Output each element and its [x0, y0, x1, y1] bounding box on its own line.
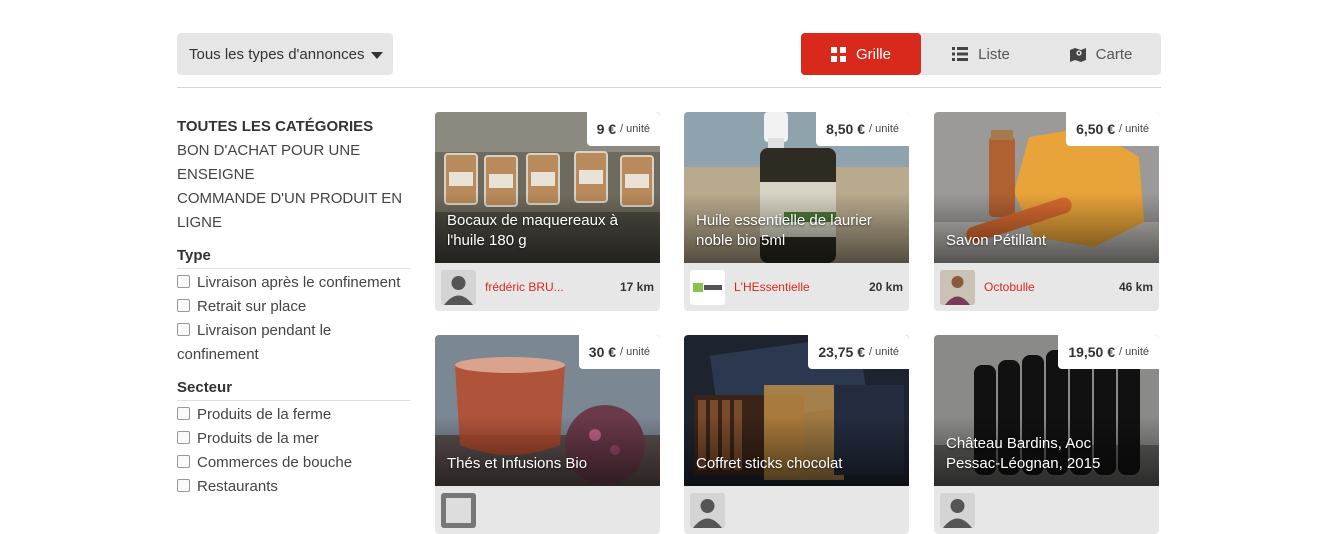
photo-shade: [934, 193, 1159, 263]
checkbox[interactable]: [177, 455, 190, 468]
all-categories-link[interactable]: TOUTES LES CATÉGORIES: [177, 115, 411, 139]
listing-footer: frédéric BRU... 17 km: [435, 263, 660, 311]
seller-name[interactable]: L'HEssentielle: [734, 280, 810, 294]
seller-avatar: [441, 493, 476, 528]
distance: 17 km: [619, 280, 654, 294]
type-filter-title: Type: [177, 245, 411, 269]
toolbar-divider: [177, 87, 1161, 88]
seller-avatar: [940, 270, 975, 305]
price-badge: 8,50 € / unité: [816, 112, 909, 146]
sector-option-sea[interactable]: Produits de la mer: [177, 427, 411, 451]
listing-card[interactable]: Bocaux de maquereaux à l'huile 180 g 9 €…: [435, 112, 660, 311]
price-badge: 6,50 € / unité: [1066, 112, 1159, 146]
type-option-pickup[interactable]: Retrait sur place: [177, 295, 411, 319]
category-voucher-link[interactable]: BON D'ACHAT POUR UNE ENSEIGNE: [177, 139, 411, 187]
distance: 20 km: [868, 280, 903, 294]
view-grid-button[interactable]: Grille: [801, 33, 921, 75]
grid-icon: [830, 46, 846, 62]
price-badge: 30 € / unité: [578, 335, 660, 369]
view-grid-label: Grille: [855, 45, 891, 63]
checkbox[interactable]: [177, 323, 190, 336]
price-unit: / unité: [869, 123, 899, 135]
listing-footer: Octobulle 46 km: [934, 263, 1159, 311]
distance: 46 km: [1118, 280, 1153, 294]
listing-footer: [684, 486, 909, 534]
checkbox[interactable]: [177, 431, 190, 444]
price-value: 6,50 €: [1076, 121, 1116, 137]
sector-option-label: Restaurants: [197, 478, 278, 495]
photo-shade: [684, 416, 909, 486]
listing-title: Thés et Infusions Bio: [447, 455, 588, 472]
view-list-label: Liste: [978, 45, 1010, 63]
map-icon: [1069, 47, 1086, 62]
checkbox[interactable]: [177, 275, 190, 288]
price-value: 9 €: [596, 121, 617, 137]
seller-name[interactable]: frédéric BRU...: [485, 280, 564, 294]
listing-title: Huile essentielle de laurier noble bio 5…: [696, 212, 872, 249]
listing-footer: L'HEssentielle 20 km: [684, 263, 909, 311]
checkbox[interactable]: [177, 479, 190, 492]
price-unit: / unité: [620, 123, 650, 135]
sector-option-farm[interactable]: Produits de la ferme: [177, 403, 411, 427]
listing-title: Savon Pétillant: [946, 232, 1047, 249]
caret-down-icon: [371, 51, 384, 59]
sector-option-label: Produits de la mer: [197, 430, 319, 447]
sector-option-label: Commerces de bouche: [197, 454, 353, 471]
price-value: 8,50 €: [826, 121, 866, 137]
price-badge: 23,75 € / unité: [808, 335, 909, 369]
listing-title: Château Bardins, Aoc Pessac-Léognan, 201…: [946, 435, 1101, 472]
ad-type-dropdown[interactable]: Tous les types d'annonces: [177, 33, 393, 75]
view-map-label: Carte: [1095, 45, 1133, 63]
filter-sidebar: TOUTES LES CATÉGORIES BON D'ACHAT POUR U…: [177, 113, 411, 499]
listing-toolbar: Tous les types d'annonces Grille Liste C…: [177, 33, 1161, 75]
sector-option-butcher[interactable]: Commerces de bouche: [177, 451, 411, 475]
type-option-delivery-after[interactable]: Livraison après le confinement: [177, 271, 411, 295]
listing-card[interactable]: Château Bardins, Aoc Pessac-Léognan, 201…: [934, 335, 1159, 534]
price-badge: 19,50 € / unité: [1058, 335, 1159, 369]
seller-avatar: [441, 270, 476, 305]
seller-avatar: [940, 493, 975, 528]
price-badge: 9 € / unité: [586, 112, 660, 146]
seller-name[interactable]: Octobulle: [984, 280, 1035, 294]
view-mode-toggle: Grille Liste Carte: [801, 33, 1161, 75]
price-unit: / unité: [1119, 346, 1149, 358]
checkbox[interactable]: [177, 407, 190, 420]
listing-card[interactable]: Thés et Infusions Bio 30 € / unité: [435, 335, 660, 534]
view-map-button[interactable]: Carte: [1041, 33, 1161, 75]
price-value: 23,75 €: [818, 344, 866, 360]
listing-card[interactable]: Coffret sticks chocolat 23,75 € / unité: [684, 335, 909, 534]
price-value: 30 €: [588, 344, 617, 360]
listing-footer: [934, 486, 1159, 534]
listing-title: Coffret sticks chocolat: [696, 455, 843, 472]
checkbox[interactable]: [177, 299, 190, 312]
listing-card[interactable]: Savon Pétillant 6,50 € / unité Octobulle …: [934, 112, 1159, 311]
price-unit: / unité: [620, 346, 650, 358]
listing-footer: [435, 486, 660, 534]
price-unit: / unité: [869, 346, 899, 358]
sector-option-restaurants[interactable]: Restaurants: [177, 475, 411, 499]
seller-avatar: [690, 493, 725, 528]
type-option-delivery-during[interactable]: Livraison pendant le confinement: [177, 319, 411, 367]
sector-filter-title: Secteur: [177, 377, 411, 401]
listing-card[interactable]: Huile essentielle de laurier noble bio 5…: [684, 112, 909, 311]
price-value: 19,50 €: [1068, 344, 1116, 360]
type-option-label: Retrait sur place: [197, 298, 307, 315]
view-list-button[interactable]: Liste: [921, 33, 1041, 75]
ad-type-dropdown-label: Tous les types d'annonces: [189, 45, 365, 63]
price-unit: / unité: [1119, 123, 1149, 135]
list-icon: [952, 47, 969, 61]
listing-title: Bocaux de maquereaux à l'huile 180 g: [447, 212, 618, 249]
type-option-label: Livraison pendant le confinement: [177, 322, 332, 363]
seller-avatar: [690, 270, 725, 305]
category-online-order-link[interactable]: COMMANDE D'UN PRODUIT EN LIGNE: [177, 187, 411, 235]
type-option-label: Livraison après le confinement: [197, 274, 401, 291]
photo-shade: [435, 416, 660, 486]
sector-option-label: Produits de la ferme: [197, 406, 332, 423]
